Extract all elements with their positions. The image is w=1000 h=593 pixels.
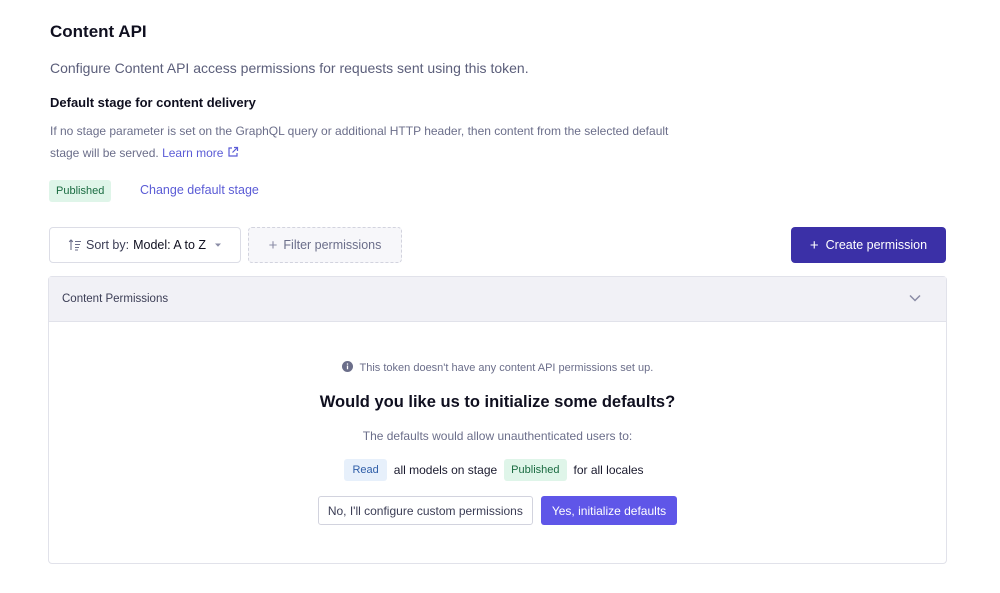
sort-dropdown[interactable]: Sort by: Model: A to Z	[49, 227, 241, 263]
content-permissions-title: Content Permissions	[62, 293, 169, 305]
default-stage-title: Default stage for content delivery	[50, 95, 256, 110]
published-stage-badge: Published	[504, 459, 567, 481]
default-stage-help: If no stage parameter is set on the Grap…	[50, 120, 670, 164]
read-action-badge: Read	[344, 459, 387, 481]
chevron-down-icon[interactable]	[909, 294, 921, 302]
filter-permissions-label: Filter permissions	[283, 238, 382, 252]
plus-icon: +	[809, 236, 819, 254]
default-stage-badge: Published	[49, 180, 112, 202]
default-permission-summary: Read all models on stage Published for a…	[49, 459, 946, 481]
info-icon	[341, 361, 353, 372]
configure-custom-button[interactable]: No, I'll configure custom permissions	[317, 496, 533, 525]
create-permission-label: Create permission	[825, 238, 928, 252]
empty-state-info-text: This token doesn't have any content API …	[359, 362, 654, 374]
page-title: Content API	[50, 22, 147, 41]
sort-value: Model: A to Z	[133, 238, 207, 252]
plus-icon: +	[268, 236, 278, 254]
sort-prefix: Sort by:	[86, 238, 130, 252]
sort-icon	[68, 239, 81, 251]
models-text: all models on stage	[393, 463, 498, 477]
page-description: Configure Content API access permissions…	[50, 60, 529, 76]
initialize-defaults-button[interactable]: Yes, initialize defaults	[540, 496, 678, 525]
content-permissions-panel: Content Permissions This token doesn't h…	[48, 276, 947, 564]
empty-state-info: This token doesn't have any content API …	[49, 361, 946, 374]
learn-more-label: Learn more	[162, 146, 224, 160]
learn-more-link[interactable]: Learn more	[162, 146, 239, 160]
default-stage-help-text: If no stage parameter is set on the Grap…	[50, 124, 669, 160]
change-default-stage-link[interactable]: Change default stage	[140, 183, 259, 197]
caret-down-icon	[215, 243, 222, 247]
create-permission-button[interactable]: + Create permission	[791, 227, 946, 263]
content-permissions-header[interactable]: Content Permissions	[49, 277, 946, 322]
initialize-defaults-question: Would you like us to initialize some def…	[319, 393, 676, 411]
defaults-actions: No, I'll configure custom permissions Ye…	[49, 496, 946, 525]
locales-text: for all locales	[573, 463, 644, 477]
external-link-icon	[228, 146, 239, 157]
defaults-description: The defaults would allow unauthenticated…	[362, 429, 633, 443]
filter-permissions-button[interactable]: + Filter permissions	[248, 227, 402, 263]
